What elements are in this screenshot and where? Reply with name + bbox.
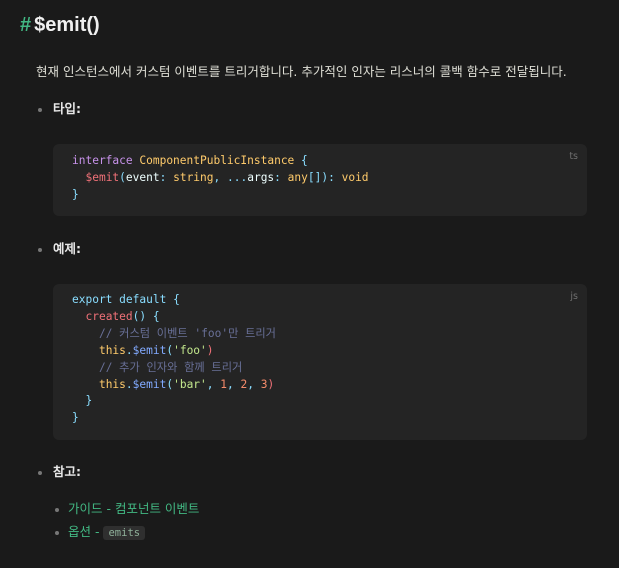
- refs-label: 참고:: [53, 464, 81, 479]
- link-text: 옵션: [68, 524, 92, 539]
- code-lines: interface ComponentPublicInstance { $emi…: [72, 154, 369, 201]
- list-bullet: [38, 471, 42, 475]
- page-title: # $emit(): [20, 12, 100, 38]
- options-emits-link[interactable]: 옵션 - emits: [68, 523, 146, 542]
- list-bullet: [55, 508, 59, 512]
- list-bullet: [38, 248, 42, 252]
- inline-code: emits: [103, 526, 146, 540]
- api-doc-page: # $emit() 현재 인스턴스에서 커스텀 이벤트를 트리거합니다. 추가적인…: [0, 0, 619, 568]
- list-bullet: [55, 531, 59, 535]
- guide-component-events-link[interactable]: 가이드 - 컴포넌트 이벤트: [68, 500, 199, 518]
- type-code-block: ts interface ComponentPublicInstance { $…: [53, 144, 587, 216]
- header-anchor-link[interactable]: #: [20, 14, 31, 36]
- description: 현재 인스턴스에서 커스텀 이벤트를 트리거합니다. 추가적인 인자는 리스너의…: [36, 64, 567, 79]
- example-label: 예제:: [53, 241, 81, 256]
- type-label: 타입:: [53, 101, 81, 116]
- list-bullet: [38, 108, 42, 112]
- example-code-block: js export default { created() { // 커스텀 이…: [53, 284, 587, 440]
- page-title-text: $emit(): [34, 14, 100, 36]
- code-lines: export default { created() { // 커스텀 이벤트 …: [72, 293, 276, 425]
- code-lang-label: js: [570, 291, 578, 302]
- code-lang-label: ts: [569, 151, 578, 162]
